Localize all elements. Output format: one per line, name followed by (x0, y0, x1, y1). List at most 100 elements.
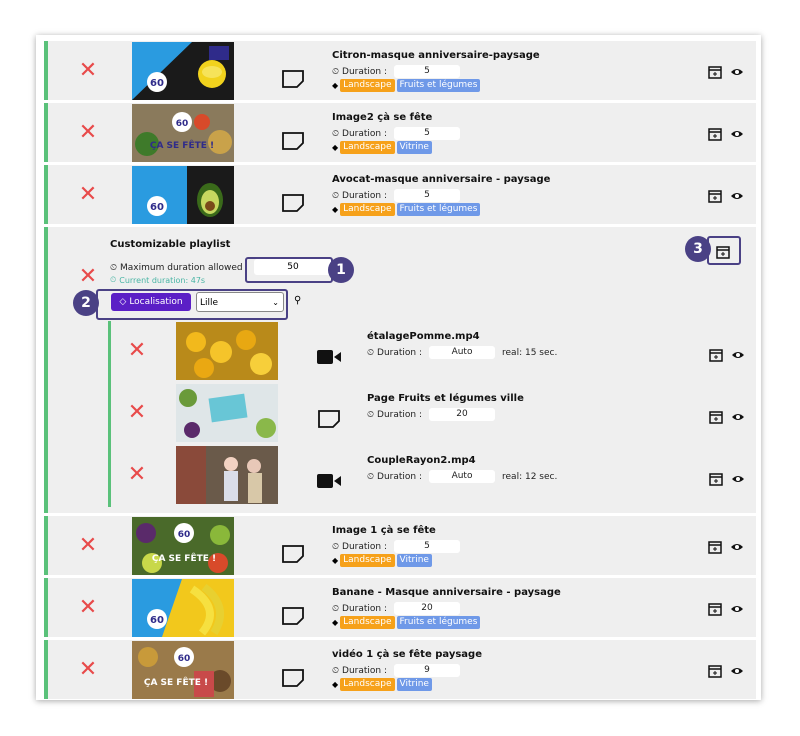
badge-3: 3 (685, 236, 711, 262)
calendar-add-icon[interactable] (708, 127, 722, 141)
thumbnail-market-page (176, 384, 278, 442)
tag-landscape: Landscape (340, 554, 395, 567)
remove-icon[interactable]: ✕ (78, 122, 98, 144)
row-actions (708, 540, 744, 554)
child-title: CoupleRayon2.mp4 (367, 455, 476, 466)
duration-field[interactable]: 9 (394, 664, 461, 677)
tag-landscape: Landscape (340, 79, 395, 92)
row-actions (708, 189, 744, 203)
duration-row: ⏲ Duration : 20 (367, 408, 496, 421)
calendar-add-icon[interactable] (708, 602, 722, 616)
row-actions (709, 348, 745, 362)
clock-icon: ⏲ (110, 276, 117, 284)
clock-icon: ⏲ (367, 409, 375, 420)
remove-icon[interactable]: ✕ (127, 340, 147, 362)
duration-field[interactable]: 5 (394, 127, 461, 140)
calendar-add-icon[interactable] (709, 348, 723, 362)
thumbnail-avocado: 60 (132, 166, 234, 224)
playlist-panel: ✕ 60 Citron-masque anniversaire-paysage … (36, 35, 761, 700)
search-icon[interactable]: ⚲ (294, 295, 301, 306)
duration-field[interactable]: 5 (394, 189, 461, 202)
remove-icon[interactable]: ✕ (78, 60, 98, 82)
page-icon (282, 545, 304, 563)
clock-icon: ⏲ (367, 347, 375, 358)
playlist-title: Customizable playlist (110, 239, 231, 250)
tag-list: ◆ Landscape Vitrine (332, 678, 432, 691)
child-item: ✕ CoupleRayon2.mp4 ⏲ Duration : Auto real… (111, 445, 751, 505)
thumbnail-vegetables: 60 ÇA SE FÊTE ! (132, 104, 234, 162)
item-title: vidéo 1 çà se fête paysage (332, 649, 482, 660)
eye-icon[interactable] (731, 410, 745, 424)
eye-icon[interactable] (730, 65, 744, 79)
current-duration: ⏲ Current duration: 47s (110, 276, 205, 284)
clock-icon: ⏲ (332, 66, 340, 77)
row-actions (708, 664, 744, 678)
tag-list: ◆ Landscape Fruits et légumes (332, 203, 481, 216)
remove-icon[interactable]: ✕ (127, 464, 147, 486)
video-camera-icon (317, 350, 341, 364)
item-title: Avocat-masque anniversaire - paysage (332, 174, 551, 185)
tag-list: ◆ Landscape Fruits et légumes (332, 79, 481, 92)
row-actions (708, 65, 744, 79)
duration-row: ⏲ Duration : 9 (332, 664, 461, 677)
duration-label: Duration : (377, 347, 423, 358)
tag-category: Fruits et légumes (396, 79, 481, 92)
child-title: Page Fruits et légumes ville (367, 393, 524, 404)
remove-icon[interactable]: ✕ (127, 402, 147, 424)
child-item: ✕ Page Fruits et légumes ville ⏲ Duration… (111, 383, 751, 443)
calendar-add-icon[interactable] (708, 65, 722, 79)
tag-category: Fruits et légumes (396, 203, 481, 216)
duration-field[interactable]: Auto (429, 470, 496, 483)
child-item: ✕ étalagePomme.mp4 ⏲ Duration : Auto real… (111, 321, 751, 381)
max-duration-label: Maximum duration allowed (120, 263, 243, 273)
eye-icon[interactable] (731, 472, 745, 486)
duration-label: Duration : (377, 409, 423, 420)
current-duration-label: Current duration: 47s (119, 276, 206, 284)
calendar-add-icon[interactable] (708, 664, 722, 678)
eye-icon[interactable] (731, 348, 745, 362)
calendar-add-icon[interactable] (708, 540, 722, 554)
eye-icon[interactable] (730, 540, 744, 554)
duration-field[interactable]: 5 (394, 540, 461, 553)
calendar-add-icon[interactable] (708, 189, 722, 203)
duration-field[interactable]: Auto (429, 346, 496, 359)
customizable-playlist: ✕ Customizable playlist ⏲ Maximum duratio… (44, 227, 756, 513)
duration-row: ⏲ Duration : 5 (332, 189, 461, 202)
svg-text:ÇA SE FÊTE !: ÇA SE FÊTE ! (150, 139, 214, 151)
svg-text:60: 60 (150, 615, 164, 626)
tag-icon: ◆ (332, 143, 339, 152)
eye-icon[interactable] (730, 602, 744, 616)
row-actions (708, 602, 744, 616)
remove-icon[interactable]: ✕ (78, 184, 98, 206)
remove-icon[interactable]: ✕ (78, 597, 98, 619)
clock-icon: ⏲ (332, 190, 340, 201)
eye-icon[interactable] (730, 189, 744, 203)
highlight-max-duration (245, 257, 333, 283)
svg-text:60: 60 (178, 530, 191, 540)
row-actions (709, 472, 745, 486)
playlist-item: ✕ 60 ÇA SE FÊTE ! Image 1 çà se fête ⏲ Dur… (44, 516, 756, 575)
duration-field[interactable]: 5 (394, 65, 461, 78)
remove-icon[interactable]: ✕ (78, 659, 98, 681)
eye-icon[interactable] (730, 664, 744, 678)
real-duration: real: 12 sec. (502, 471, 558, 482)
duration-row: ⏲ Duration : Auto real: 15 sec. (367, 346, 557, 359)
calendar-add-icon[interactable] (709, 410, 723, 424)
thumbnail-vegetables-2: 60 ÇA SE FÊTE ! (132, 517, 234, 575)
duration-row: ⏲ Duration : 5 (332, 540, 461, 553)
remove-icon[interactable]: ✕ (78, 266, 98, 288)
thumbnail-oranges (176, 322, 278, 380)
playlist-item: ✕ 60 Banane - Masque anniversaire - pays… (44, 578, 756, 637)
tag-icon: ◆ (332, 618, 339, 627)
duration-field[interactable]: 20 (429, 408, 496, 421)
real-duration: real: 15 sec. (502, 347, 558, 358)
duration-label: Duration : (342, 128, 388, 139)
svg-text:60: 60 (150, 202, 164, 213)
tag-icon: ◆ (332, 81, 339, 90)
remove-icon[interactable]: ✕ (78, 535, 98, 557)
page-icon (282, 70, 304, 88)
calendar-add-icon[interactable] (709, 472, 723, 486)
eye-icon[interactable] (730, 127, 744, 141)
duration-field[interactable]: 20 (394, 602, 461, 615)
thumbnail-video: 60 ÇA SE FÊTE ! (132, 641, 234, 699)
